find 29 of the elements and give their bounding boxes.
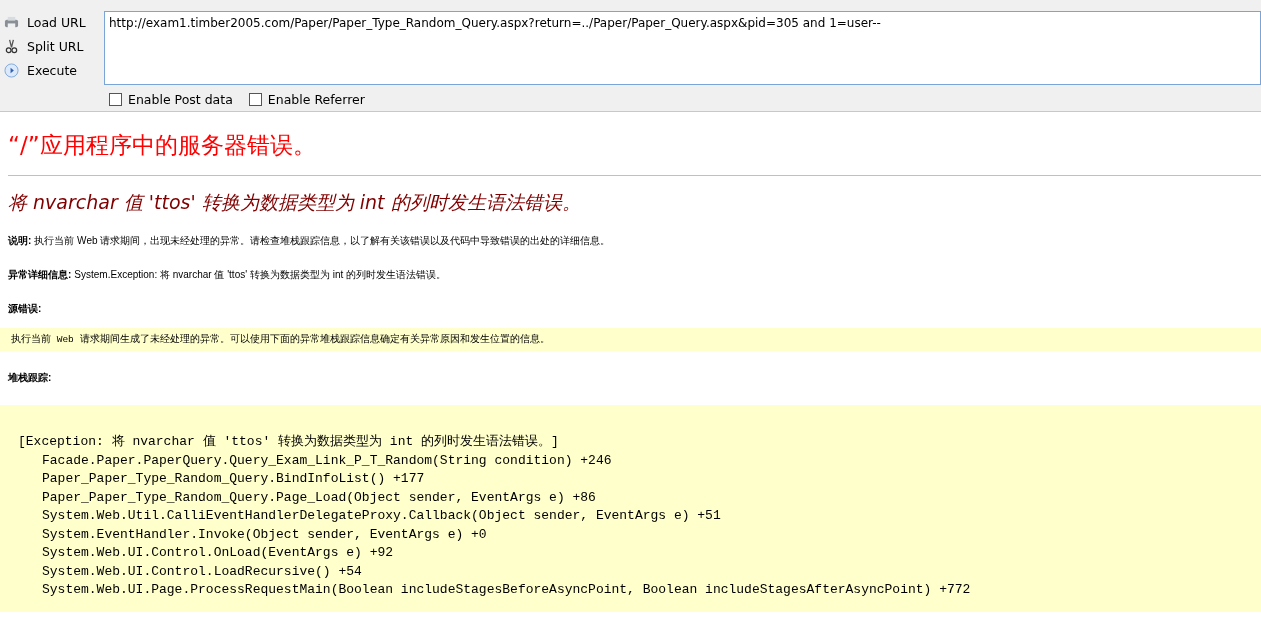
- checkbox[interactable]: [109, 93, 122, 106]
- trace-line: System.Web.UI.Control.LoadRecursive() +54: [41, 562, 363, 581]
- trace-header: [Exception: 将 nvarchar 值 'ttos' 转换为数据类型为 int 的列时发生语法错误。]: [18, 433, 560, 451]
- checkbox[interactable]: [248, 93, 262, 106]
- detail-label: 异常详细信息:: [8, 269, 72, 280]
- checkbox-label: Enable Post data: [128, 92, 233, 107]
- trace-line: System.Web.UI.Control.OnLoad(EventArgs e) +92: [41, 544, 395, 562]
- toolbar-button[interactable]: Load URL: [27, 14, 86, 30]
- trace-line: Facade.Paper.PaperQuery.Query_Exam_Link_P_T_Random(String condition) +246: [41, 451, 613, 470]
- source-error-text: 执行当前 Web 请求期间生成了未经处理的异常。可以使用下面的异常堆栈跟踪信息确定有关异常原因和发生位置的信息。: [11, 334, 550, 345]
- printer-icon: [4, 14, 19, 30]
- trace-line: Paper_Paper_Type_Random_Query.BindInfoList() +177: [41, 470, 426, 488]
- trace-line: System.EventHandler.Invoke(Object sender, EventArgs e) +0: [41, 525, 488, 544]
- play-circle-icon: [4, 62, 19, 78]
- trace-line: System.Web.UI.Page.ProcessRequestMain(Boolean includeStagesBeforeAsyncPoint, Boolean includeStagesAfterAsyncPoint) +772: [41, 581, 972, 599]
- scissors-icon: [4, 38, 19, 54]
- detail-text: System.Exception: 将 nvarchar 值 'ttos' 转换为数据类型为 int 的列时发生语法错误。: [74, 269, 446, 280]
- checkbox-label: Enable Referrer: [267, 92, 365, 107]
- section-label: 源错误:: [8, 303, 42, 314]
- detail-text: 执行当前 Web 请求期间，出现未经处理的异常。请检查堆栈跟踪信息，以了解有关该错误以及代码中导致错误的出处的详细信息。: [34, 235, 611, 246]
- page-title: “/”应用程序中的服务器错误。: [8, 131, 317, 160]
- trace-line: System.Web.Util.CalliEventHandlerDelegateProxy.Callback(Object sender, EventArgs e) +51: [41, 507, 722, 525]
- toolbar-button[interactable]: Execute: [27, 62, 77, 78]
- url-field[interactable]: http://exam1.timber2005.com/Paper/Paper_Type_Random_Query.aspx?return=../Paper/Paper_Query.aspx&pid=305 and 1=user--: [104, 11, 1261, 85]
- detail-label: 说明:: [8, 235, 32, 246]
- error-message: 将 nvarchar 值 'ttos' 转换为数据类型为 int 的列时发生语法错误。: [8, 190, 582, 215]
- section-label: 堆栈跟踪:: [8, 372, 52, 383]
- toolbar-button[interactable]: Split URL: [27, 38, 84, 54]
- trace-line: Paper_Paper_Type_Random_Query.Page_Load(Object sender, EventArgs e) +86: [41, 488, 597, 507]
